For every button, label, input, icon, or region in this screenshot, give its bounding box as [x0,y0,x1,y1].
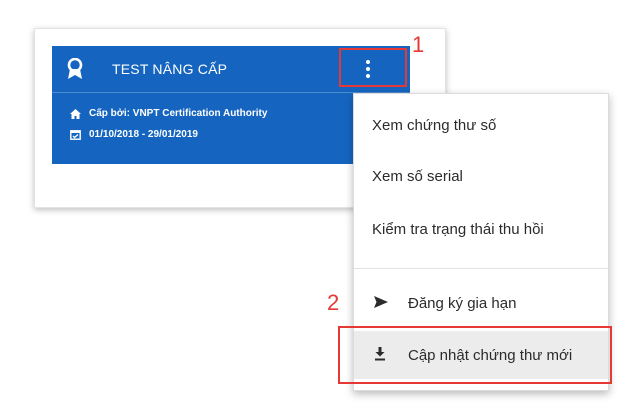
validity-row: 01/10/2018 - 29/01/2019 [70,129,198,140]
menu-item-label: Đăng ký gia hạn [408,294,517,312]
highlight-box-menu-button [339,48,407,87]
highlight-box-update-item [338,326,612,384]
menu-item-renew[interactable]: Đăng ký gia hạn [354,281,608,325]
menu-item-label: Xem số serial [372,167,463,185]
menu-divider [354,268,608,269]
issuer-text: Cấp bởi: VNPT Certification Authority [89,108,268,119]
certificate-title: TEST NÂNG CẤP [112,61,228,77]
send-icon [374,296,388,308]
step-2-label: 2 [327,290,340,315]
menu-item-view-serial[interactable]: Xem số serial [354,154,608,198]
issuer-row: Cấp bởi: VNPT Certification Authority [70,108,267,119]
step-1-label: 1 [412,32,425,57]
menu-item-check-revocation[interactable]: Kiểm tra trạng thái thu hồi [354,207,608,251]
menu-item-view-certificate[interactable]: Xem chứng thư số [354,103,608,147]
menu-item-label: Kiểm tra trạng thái thu hồi [372,220,544,238]
award-icon [67,58,83,79]
home-icon [70,108,81,119]
calendar-icon [70,130,81,140]
validity-text: 01/10/2018 - 29/01/2019 [89,129,198,140]
menu-item-label: Xem chứng thư số [372,116,497,134]
